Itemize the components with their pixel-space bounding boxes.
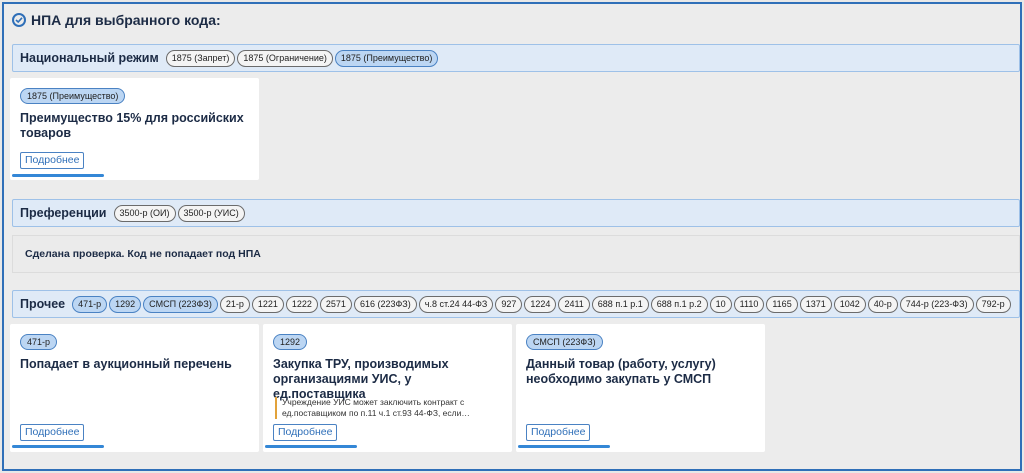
card-underline	[12, 445, 104, 448]
tag-other[interactable]: 1371	[799, 295, 832, 313]
card-other: СМСП (223ФЗ) Данный товар (работу, услуг…	[516, 324, 765, 452]
section-preferences-name: Преференции	[20, 206, 107, 220]
preferences-message: Сделана проверка. Код не попадает под НП…	[12, 235, 1020, 273]
tag-national[interactable]: 1875 (Преимущество)	[334, 49, 439, 67]
card-national: 1875 (Преимущество) Преимущество 15% для…	[10, 78, 259, 180]
panel-title: НПА для выбранного кода:	[12, 10, 221, 30]
tag-other[interactable]: 1110	[733, 295, 765, 313]
tag-other[interactable]: 1222	[285, 295, 318, 313]
card-title: Преимущество 15% для российских товаров	[20, 111, 244, 140]
tag-national[interactable]: 1875 (Запрет)	[165, 49, 236, 67]
tag-other[interactable]: 1165	[766, 295, 798, 313]
check-circle-icon	[12, 13, 26, 27]
tag-other[interactable]: 688 п.1 р.2	[650, 295, 708, 313]
section-other-name: Прочее	[20, 297, 66, 311]
tag-preferences[interactable]: 3500-р (ОИ)	[113, 204, 176, 222]
panel-title-text: НПА для выбранного кода:	[31, 12, 221, 28]
section-national-name: Национальный режим	[20, 51, 159, 65]
tag-other[interactable]: 688 п.1 р.1	[591, 295, 649, 313]
card-title: Данный товар (работу, услугу) необходимо…	[526, 357, 716, 386]
card-tag: 1292	[273, 334, 308, 350]
tag-other[interactable]: 21-р	[219, 295, 250, 313]
more-button[interactable]: Подробнее	[20, 424, 85, 441]
tag-other[interactable]: 927	[495, 295, 523, 313]
tag-other[interactable]: 744-р (223-ФЗ)	[899, 295, 974, 313]
card-tag: 1875 (Преимущество)	[20, 88, 126, 104]
tag-other[interactable]: 616 (223ФЗ)	[353, 295, 417, 313]
section-national: Национальный режим 1875 (Запрет) 1875 (О…	[12, 44, 1020, 72]
card-note: Учреждение УИС может заключить контракт …	[275, 397, 485, 419]
card-underline	[518, 445, 610, 448]
npa-panel: НПА для выбранного кода: Национальный ре…	[2, 2, 1022, 471]
card-underline	[12, 174, 104, 177]
section-other: Прочее 471-р 1292 СМСП (223ФЗ) 21-р 1221…	[12, 290, 1020, 318]
tag-other[interactable]: 792-р	[975, 295, 1011, 313]
tag-other[interactable]: 10	[709, 295, 732, 313]
card-other: 471-р Попадает в аукционный перечень Под…	[10, 324, 259, 452]
tag-national[interactable]: 1875 (Ограничение)	[237, 49, 333, 67]
tag-other[interactable]: 1221	[251, 295, 284, 313]
card-title: Попадает в аукционный перечень	[20, 357, 232, 371]
tag-other[interactable]: 1292	[109, 295, 142, 313]
tag-other[interactable]: 2411	[558, 295, 590, 313]
card-tag: 471-р	[20, 334, 58, 350]
tag-other[interactable]: 471-р	[72, 295, 108, 313]
card-other: 1292 Закупка ТРУ, производимых организац…	[263, 324, 512, 452]
card-tag: СМСП (223ФЗ)	[526, 334, 603, 350]
section-preferences: Преференции 3500-р (ОИ) 3500-р (УИС)	[12, 199, 1020, 227]
tag-other[interactable]: 2571	[319, 295, 352, 313]
more-button[interactable]: Подробнее	[20, 152, 85, 169]
tag-other[interactable]: 1224	[524, 295, 557, 313]
card-title: Закупка ТРУ, производимых организациями …	[273, 357, 449, 401]
tag-other[interactable]: 40-р	[867, 295, 898, 313]
card-underline	[265, 445, 357, 448]
more-button[interactable]: Подробнее	[526, 424, 591, 441]
tag-preferences[interactable]: 3500-р (УИС)	[177, 204, 245, 222]
more-button[interactable]: Подробнее	[273, 424, 338, 441]
tag-other[interactable]: СМСП (223ФЗ)	[143, 295, 218, 313]
tag-other[interactable]: ч.8 ст.24 44-ФЗ	[418, 295, 494, 313]
tag-other[interactable]: 1042	[833, 295, 866, 313]
